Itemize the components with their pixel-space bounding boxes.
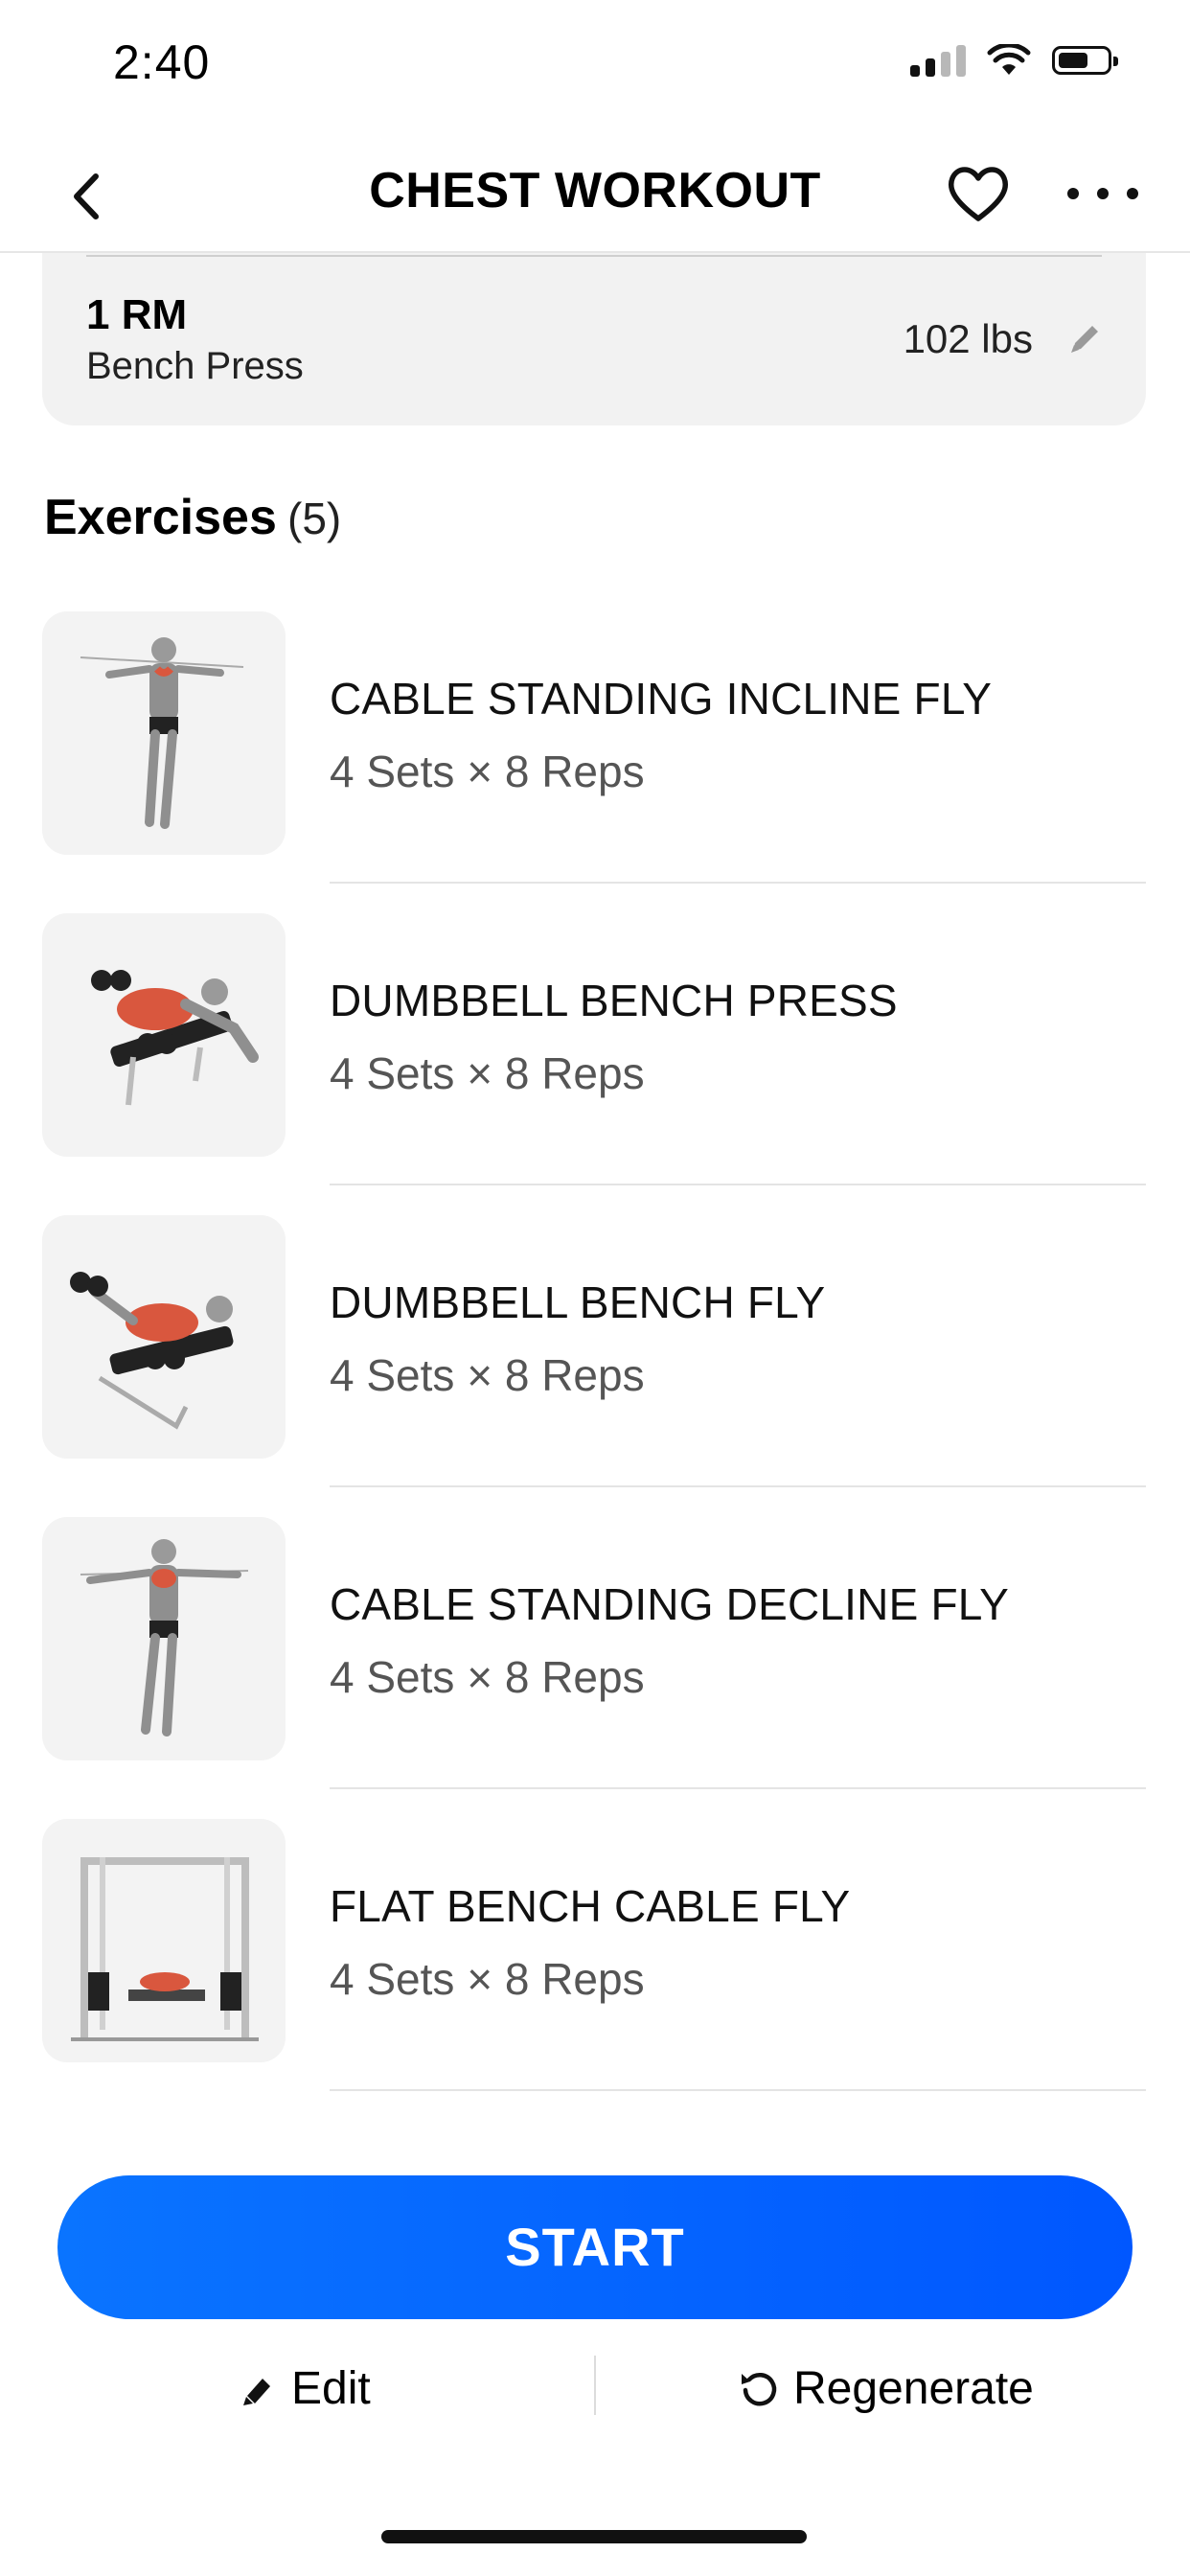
card-divider	[86, 255, 1102, 257]
exercises-count: (5)	[287, 494, 342, 543]
exercise-sets-reps: 4 Sets × 8 Reps	[330, 1652, 645, 1702]
exercise-thumbnail	[42, 1517, 286, 1760]
exercise-sets-reps: 4 Sets × 8 Reps	[330, 747, 645, 796]
exercise-name: DUMBBELL BENCH PRESS	[330, 976, 898, 1025]
regenerate-label: Regenerate	[793, 2362, 1034, 2414]
exercise-row[interactable]: CABLE STANDING DECLINE FLY 4 Sets × 8 Re…	[0, 1517, 1190, 1805]
status-time: 2:40	[113, 35, 211, 89]
cable-decline-fly-figure-icon	[80, 1539, 249, 1736]
exercise-sets-reps: 4 Sets × 8 Reps	[330, 1350, 645, 1400]
row-divider	[330, 882, 1146, 884]
exercise-row[interactable]: DUMBBELL BENCH PRESS 4 Sets × 8 Reps	[0, 913, 1190, 1201]
nav-bar: CHEST WORKOUT	[0, 144, 1190, 253]
exercise-sets-reps: 4 Sets × 8 Reps	[330, 1954, 645, 2004]
cellular-signal-icon	[910, 44, 966, 77]
regenerate-button[interactable]: Regenerate	[738, 2350, 1034, 2426]
row-divider	[330, 1184, 1146, 1185]
pencil-edit-icon[interactable]	[1064, 318, 1106, 360]
exercise-name: CABLE STANDING DECLINE FLY	[330, 1579, 1009, 1629]
one-rm-value: 102 lbs	[903, 316, 1033, 361]
exercise-name: FLAT BENCH CABLE FLY	[330, 1881, 851, 1931]
exercise-sets-reps: 4 Sets × 8 Reps	[330, 1048, 645, 1098]
favorite-heart-icon[interactable]	[943, 159, 1014, 230]
cable-fly-figure-icon	[80, 637, 244, 829]
actions-divider	[594, 2356, 596, 2415]
home-indicator	[381, 2530, 807, 2543]
exercise-row[interactable]: CABLE STANDING INCLINE FLY 4 Sets × 8 Re…	[0, 611, 1190, 899]
exercise-thumbnail	[42, 1819, 286, 2062]
exercise-row[interactable]: FLAT BENCH CABLE FLY 4 Sets × 8 Reps	[0, 1819, 1190, 2106]
dumbbell-press-figure-icon	[91, 970, 259, 1106]
row-divider	[330, 1485, 1146, 1487]
status-icons	[910, 44, 1118, 77]
bottom-actions: Edit Regenerate	[0, 2350, 1190, 2426]
exercise-thumbnail	[42, 1215, 286, 1459]
wifi-icon	[987, 44, 1031, 75]
exercise-name: CABLE STANDING INCLINE FLY	[330, 674, 993, 724]
exercises-heading: Exercises	[44, 490, 277, 545]
cable-machine-figure-icon	[71, 1857, 259, 2041]
one-rm-label: 1 RM	[86, 291, 188, 338]
exercise-thumbnail	[42, 611, 286, 855]
one-rm-card: 1 RM Bench Press 102 lbs	[42, 253, 1146, 426]
row-divider	[330, 1787, 1146, 1789]
regenerate-icon	[742, 2372, 777, 2406]
pencil-icon	[243, 2379, 270, 2405]
exercise-row[interactable]: DUMBBELL BENCH FLY 4 Sets × 8 Reps	[0, 1215, 1190, 1503]
edit-button[interactable]: Edit	[238, 2350, 371, 2426]
one-rm-exercise: Bench Press	[86, 345, 304, 387]
row-divider	[330, 2089, 1146, 2091]
battery-icon	[1052, 46, 1118, 75]
edit-label: Edit	[291, 2362, 371, 2414]
dumbbell-fly-figure-icon	[70, 1272, 234, 1430]
exercise-name: DUMBBELL BENCH FLY	[330, 1277, 826, 1327]
start-button[interactable]: START	[57, 2175, 1133, 2319]
exercise-thumbnail	[42, 913, 286, 1157]
more-options-icon[interactable]	[1067, 165, 1138, 222]
